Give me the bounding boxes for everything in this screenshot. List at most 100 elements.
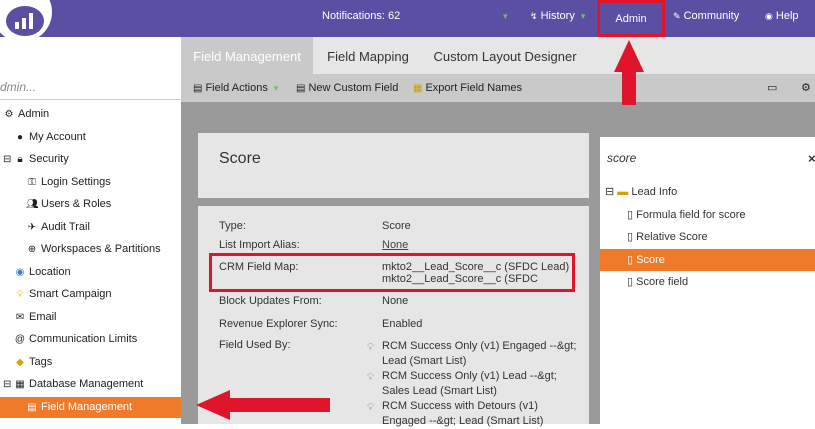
sidebar-item-users-roles[interactable]: 👥︎ Users & Roles [26, 194, 111, 215]
field-detail-panel: Type: Score List Import Alias: None CRM … [198, 206, 589, 427]
notifications-dropdown-icon[interactable]: ▾ [500, 0, 508, 37]
lock-icon: 🔒︎ [17, 154, 23, 165]
logo-bars-icon [15, 13, 33, 29]
notifications-link[interactable]: Notifications: 62 [322, 0, 400, 37]
alias-value-link[interactable]: None [382, 239, 408, 251]
block-updates-label: Block Updates From: [219, 295, 322, 307]
tab-bar: Field Management Field Mapping Custom La… [181, 37, 815, 74]
community-label: Community [683, 10, 740, 22]
close-icon[interactable]: × [808, 151, 815, 166]
sidebar-item-my-account[interactable]: ● My Account [14, 127, 86, 148]
smart-list-icon: 💡︎ [367, 342, 374, 353]
annotation-arrow-up-stem [622, 71, 636, 105]
revenue-sync-value: Enabled [382, 318, 423, 330]
annotation-arrow-up [614, 40, 644, 72]
email-icon: ✉ [15, 312, 25, 323]
tab-custom-layout-designer[interactable]: Custom Layout Designer [427, 37, 583, 74]
sidebar-item-workspaces[interactable]: ⊕ Workspaces & Partitions [26, 239, 161, 260]
block-updates-value: None [382, 295, 409, 307]
field-used-by-label: Field Used By: [219, 339, 291, 351]
tree-item-formula-field[interactable]: ▯ Formula field for score [600, 204, 746, 226]
smart-list-icon: 💡︎ [367, 372, 374, 383]
globe-icon: ⊕ [27, 244, 37, 255]
alias-label: List Import Alias: [219, 239, 300, 251]
new-custom-field-button[interactable]: ▤ New Custom Field [296, 74, 398, 102]
community-link[interactable]: ✎ Community [673, 0, 739, 37]
marketo-logo[interactable] [0, 0, 52, 42]
field-detail-header: Score [198, 133, 589, 198]
used-by-item[interactable]: 💡︎ RCM Success Only (v1) Engaged --&gt; … [367, 339, 582, 369]
field-icon: ▯ [627, 209, 634, 221]
field-actions-button[interactable]: ▤ Field Actions ▾ [193, 74, 278, 102]
location-icon: ◉ [15, 267, 25, 278]
tag-icon: ◆ [16, 357, 24, 368]
tree-item-relative-score[interactable]: ▯ Relative Score [600, 226, 708, 248]
notifications-label: Notifications: 62 [322, 10, 401, 22]
history-label: History [540, 10, 575, 22]
sidebar-item-admin[interactable]: ⚙ Admin [3, 104, 50, 125]
audit-icon: ✈ [27, 222, 37, 233]
users-icon: 👥︎ [26, 199, 39, 210]
used-by-item[interactable]: 💡︎ RCM Success with Detours (v1) Engaged… [367, 399, 582, 429]
revenue-sync-label: Revenue Explorer Sync: [219, 318, 338, 330]
window-icon[interactable]: ▭ [767, 74, 777, 102]
smart-list-icon: 💡︎ [367, 402, 374, 413]
annotation-arrow-left [196, 390, 230, 420]
used-by-item[interactable]: 💡︎ RCM Success Only (v1) Lead --&gt; Sal… [367, 369, 582, 399]
sidebar-item-audit-trail[interactable]: ✈ Audit Trail [26, 217, 90, 238]
gear-icon: ⚙ [4, 109, 14, 120]
help-label: Help [775, 10, 799, 22]
export-field-names-button[interactable]: ▦ Export Field Names [413, 74, 522, 102]
settings-gear-icon[interactable]: ⚙ [801, 74, 811, 102]
new-field-icon: ▤ [296, 83, 306, 94]
field-search-input[interactable]: score [607, 151, 636, 165]
sidebar-item-security[interactable]: ⊟ 🔒︎ Security [3, 149, 69, 170]
field-icon: ▤ [27, 402, 37, 413]
person-icon: ● [16, 132, 24, 143]
admin-label: Admin [615, 13, 647, 25]
sidebar-item-tags[interactable]: ◆ Tags [14, 352, 52, 373]
tree-item-score-field[interactable]: ▯ Score field [600, 271, 688, 293]
sidebar-item-database-management[interactable]: ⊟ ▦ Database Management [3, 374, 143, 395]
admin-menu[interactable]: Admin [597, 0, 665, 37]
field-icon: ▯ [627, 231, 634, 243]
tree-group-lead-info[interactable]: ⊟ ▬ Lead Info [605, 181, 677, 203]
folder-icon: ▬ [617, 186, 629, 198]
at-icon: @ [14, 334, 26, 345]
field-icon: ▯ [627, 254, 634, 266]
sidebar-item-email[interactable]: ✉ Email [14, 307, 57, 328]
field-title: Score [219, 150, 261, 167]
tab-field-mapping[interactable]: Field Mapping [313, 37, 423, 74]
sidebar-search-input[interactable]: dmin... [0, 75, 181, 100]
history-icon: ↯ [530, 11, 538, 21]
sidebar-item-field-management[interactable]: ▤ Field Management [0, 397, 181, 418]
crm-field-map-highlight [209, 253, 575, 292]
help-menu[interactable]: ◉ Help [765, 0, 799, 37]
tab-field-management[interactable]: Field Management [181, 37, 313, 74]
tree-item-score[interactable]: ▯ Score [600, 249, 815, 271]
annotation-arrow-left-stem [228, 398, 330, 412]
field-tree-panel: score × ⊟ ▬ Lead Info ▯ Formula field fo… [600, 137, 815, 424]
community-icon: ✎ [673, 11, 681, 21]
field-actions-icon: ▤ [193, 83, 203, 94]
type-label: Type: [219, 220, 246, 232]
toolbar: ▤ Field Actions ▾ ▤ New Custom Field ▦ Expo… [181, 74, 815, 102]
history-menu[interactable]: ↯ History ▾ [530, 0, 585, 37]
collapse-icon: ⊟ [605, 186, 615, 198]
database-icon: ▦ [15, 379, 25, 390]
help-icon: ◉ [765, 11, 773, 21]
collapse-icon: ⊟ [3, 379, 12, 390]
type-value: Score [382, 220, 411, 232]
export-icon: ▦ [413, 83, 423, 94]
sidebar-item-smart-campaign[interactable]: 💡︎ Smart Campaign [14, 284, 112, 305]
sidebar-item-login-settings[interactable]: ⚿ Login Settings [26, 172, 111, 193]
sidebar-item-location[interactable]: ◉ Location [14, 262, 71, 283]
key-icon: ⚿ [28, 177, 36, 188]
top-nav-bar: Notifications: 62 ▾ ↯ History ▾ Admin ✎ … [0, 0, 815, 42]
bulb-icon: 💡︎ [16, 289, 24, 300]
field-icon: ▯ [627, 276, 634, 288]
chevron-down-icon: ▾ [580, 11, 586, 21]
chevron-down-icon: ▾ [273, 83, 279, 93]
sidebar-item-communication-limits[interactable]: @ Communication Limits [14, 329, 137, 350]
collapse-icon: ⊟ [3, 154, 12, 165]
